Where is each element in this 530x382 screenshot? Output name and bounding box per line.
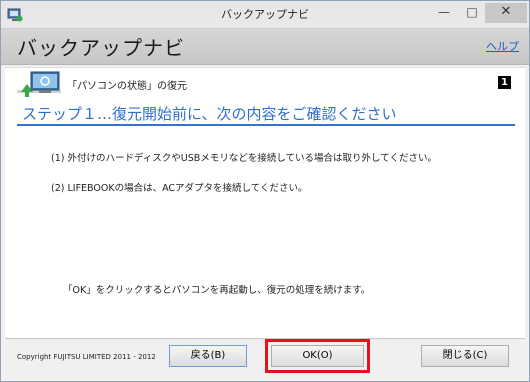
maximize-button[interactable]: □ <box>459 3 485 23</box>
computer-restore-icon <box>17 71 61 97</box>
section-label: 「パソコンの状態」の復元 <box>67 81 187 92</box>
restart-note: 「OK」をクリックするとパソコンを再起動し、復元の処理を続けます。 <box>63 285 371 296</box>
instruction-item: (1) 外付けのハードディスクやUSBメモリなどを接続している場合は取り外してく… <box>51 153 437 164</box>
close-window-button[interactable]: ✕ <box>485 3 527 23</box>
main-content: 「パソコンの状態」の復元 1 ステップ１…復元開始前に、次の内容をご確認ください… <box>5 67 525 338</box>
copyright-text: Copyright FUJITSU LIMITED 2011 - 2012 <box>17 353 156 361</box>
back-button[interactable]: 戻る(B) <box>169 345 247 367</box>
step-number-badge: 1 <box>498 76 511 89</box>
backup-navi-window: バックアップナビ — □ ✕ バックアップナビ ヘルプ 「パソコンの状態」の復元… <box>0 0 530 382</box>
step-heading-bar: ステップ１…復元開始前に、次の内容をご確認ください <box>17 96 515 126</box>
step-heading: ステップ１…復元開始前に、次の内容をご確認ください <box>22 105 397 123</box>
app-header-title: バックアップナビ <box>17 36 185 60</box>
ok-button[interactable]: OK(O) <box>271 345 364 367</box>
close-button[interactable]: 閉じる(C) <box>421 345 509 367</box>
help-link[interactable]: ヘルプ <box>486 38 519 54</box>
app-header: バックアップナビ ヘルプ <box>1 29 529 65</box>
instruction-item: (2) LIFEBOOKの場合は、ACアダプタを接続してください。 <box>51 183 308 194</box>
title-bar: バックアップナビ — □ ✕ <box>1 1 529 29</box>
minimize-button[interactable]: — <box>431 3 457 23</box>
